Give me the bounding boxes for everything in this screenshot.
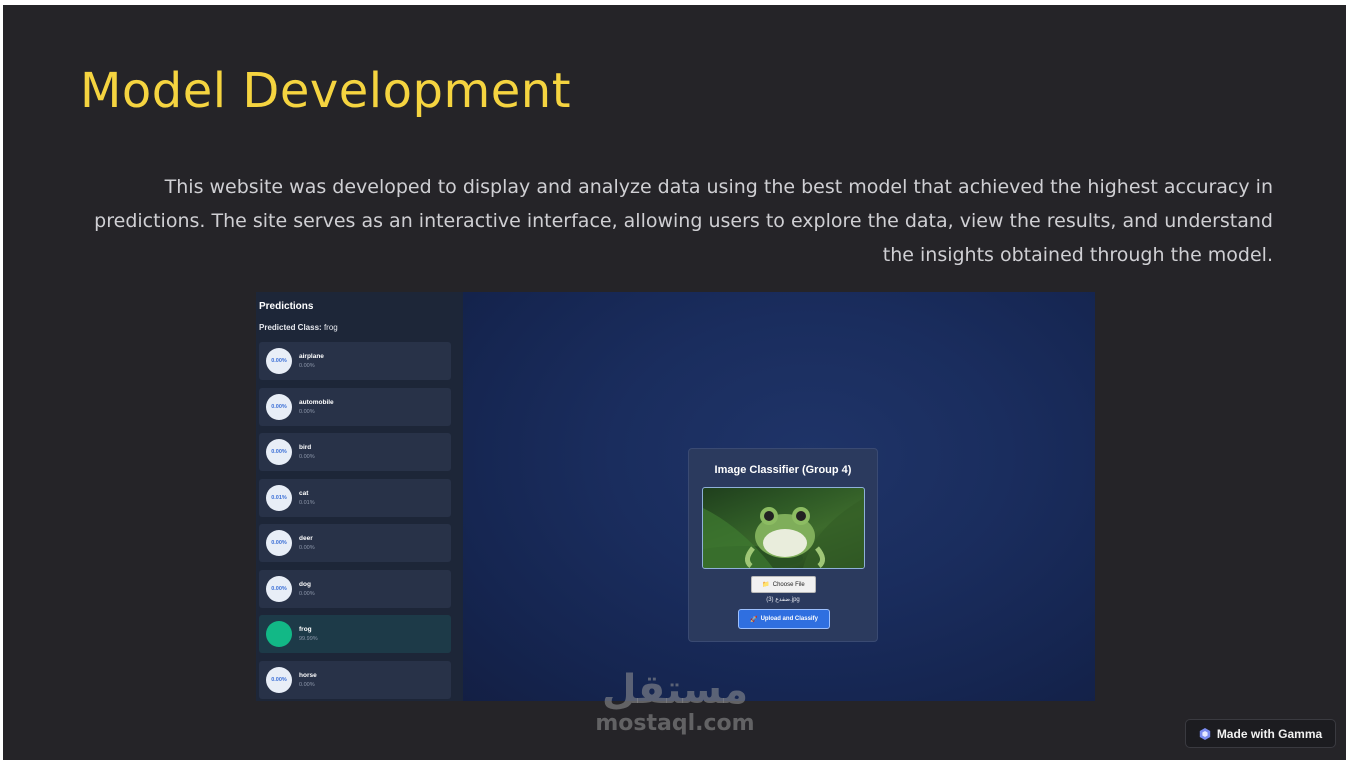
probability-circle: 0.00% [266, 530, 292, 556]
class-name: automobile [299, 398, 334, 406]
class-name: bird [299, 444, 312, 451]
image-preview [702, 487, 865, 569]
class-probability: 0.01% [299, 499, 315, 506]
choose-file-label: Choose File [772, 581, 805, 588]
class-probability: 0.00% [299, 408, 315, 415]
made-with-gamma-badge[interactable]: Made with Gamma [1185, 719, 1336, 748]
prediction-row-automobile: 0.00% automobile 0.00% [259, 387, 451, 426]
watermark-arabic: مستقل [601, 667, 749, 713]
probability-circle: 0.00% [266, 393, 292, 420]
prediction-row-deer: 0.00% deer 0.00% [259, 524, 451, 562]
frog-image [703, 498, 864, 568]
class-probability: 99.99% [299, 636, 318, 642]
class-name: horse [299, 671, 317, 679]
watermark: مستقل mostaql.com [590, 668, 760, 736]
slide: Model Development This website was devel… [3, 5, 1346, 760]
slide-description: This website was developed to display an… [94, 176, 1273, 266]
class-probability: 0.00% [299, 590, 315, 597]
class-name: airplane [299, 353, 324, 360]
upload-classify-button[interactable]: 🚀 Upload and Classify [738, 609, 830, 629]
predictions-sidebar: Predictions Predicted Class: frog 0.00% a… [256, 292, 461, 701]
classifier-card: Image Classifier (Group 4) 📁 Choose File… [688, 448, 878, 642]
probability-circle: 0.00% [266, 575, 292, 602]
probability-circle: 0.01% [266, 484, 292, 511]
class-probability: 0.00% [299, 681, 315, 688]
class-probability: 0.00% [299, 545, 315, 551]
prediction-row-airplane: 0.00% airplane 0.00% [259, 342, 451, 380]
probability-circle: 0.00% [266, 439, 292, 465]
badge-label: Made with Gamma [1216, 726, 1323, 741]
predicted-class-value: frog [323, 323, 338, 332]
class-name: dog [299, 580, 311, 588]
class-name: deer [299, 535, 313, 542]
prediction-row-frog: 99.99% frog 99.99% [259, 615, 451, 653]
main-panel: Image Classifier (Group 4) 📁 Choose File… [463, 292, 1095, 701]
prediction-row-horse: 0.00% horse 0.00% [259, 660, 451, 699]
app-screenshot: Predictions Predicted Class: frog 0.00% a… [256, 292, 1095, 701]
card-title: Image Classifier (Group 4) [714, 464, 852, 476]
prediction-list: 0.00% airplane 0.00% 0.00% automobile 0.00% 0.… [259, 342, 451, 701]
prediction-row-bird: 0.00% bird 0.00% [259, 433, 451, 471]
probability-circle: 99.99% [266, 621, 292, 647]
probability-circle: 0.00% [266, 666, 292, 693]
sidebar-title: Predictions [259, 301, 314, 312]
gamma-icon [1199, 727, 1211, 740]
selected-file-name: (3) ضفدع.jpg [766, 597, 800, 603]
prediction-row-dog: 0.00% dog 0.00% [259, 569, 451, 608]
slide-title: Model Development [80, 63, 572, 119]
prediction-row-cat: 0.01% cat 0.01% [259, 478, 451, 517]
rocket-icon: 🚀 [750, 616, 758, 623]
class-probability: 0.00% [299, 363, 315, 369]
folder-icon: 📁 [762, 582, 770, 588]
class-name: frog [299, 626, 312, 633]
choose-file-button[interactable]: 📁 Choose File [751, 576, 816, 593]
class-probability: 0.00% [299, 454, 315, 460]
upload-classify-label: Upload and Classify [760, 616, 818, 622]
predicted-class: Predicted Class: frog [259, 323, 338, 332]
predicted-class-label: Predicted Class: [259, 323, 322, 332]
class-name: cat [299, 489, 309, 497]
watermark-latin: mostaql.com [595, 711, 755, 736]
probability-circle: 0.00% [266, 348, 292, 374]
